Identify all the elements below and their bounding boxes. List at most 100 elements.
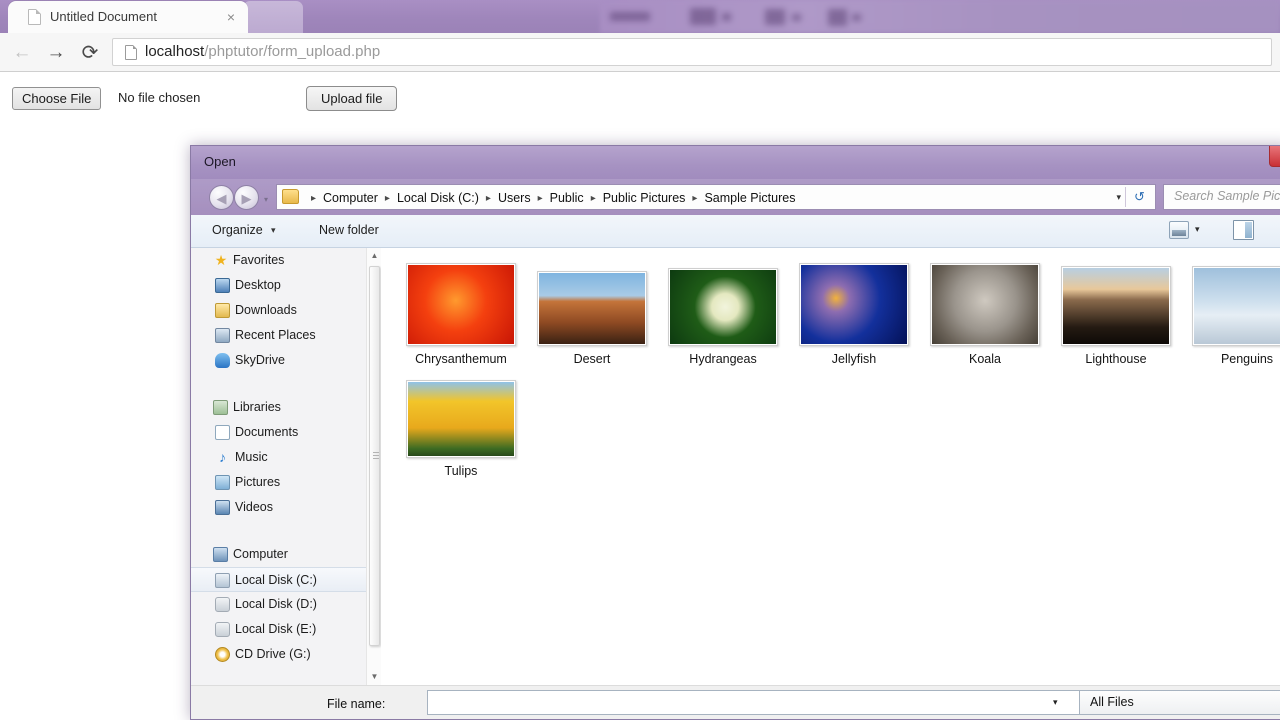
file-item[interactable]: Chrysanthemum bbox=[396, 258, 526, 366]
address-bar-url: localhost/phptutor/form_upload.php bbox=[145, 43, 380, 60]
browser-tab[interactable]: Untitled Document × bbox=[8, 1, 248, 33]
file-name-label: Hydrangeas bbox=[689, 352, 757, 366]
breadcrumb-item-sample-pictures[interactable]: Sample Pictures bbox=[704, 191, 795, 205]
sidebar-group-label: Libraries bbox=[233, 400, 281, 414]
chevron-down-icon[interactable]: ▾ bbox=[1195, 224, 1200, 235]
file-thumbnail bbox=[1051, 258, 1181, 346]
sidebar-item-downloads[interactable]: Downloads bbox=[191, 298, 380, 323]
views-icon[interactable] bbox=[1169, 221, 1189, 239]
file-name-label: File name: bbox=[327, 697, 386, 711]
tab-strip-edge bbox=[243, 1, 303, 33]
sidebar-item-label: CD Drive (G:) bbox=[235, 647, 311, 661]
sidebar-item-music[interactable]: ♪ Music bbox=[191, 445, 380, 470]
file-status-text: No file chosen bbox=[118, 90, 201, 105]
hard-disk-icon bbox=[215, 597, 230, 612]
chevron-down-icon[interactable]: ▾ bbox=[271, 225, 276, 236]
sidebar-item-recent-places[interactable]: Recent Places bbox=[191, 323, 380, 348]
breadcrumb-item-public-pictures[interactable]: Public Pictures bbox=[603, 191, 686, 205]
organize-button[interactable]: Organize bbox=[212, 223, 263, 237]
dialog-close-icon[interactable] bbox=[1269, 146, 1280, 167]
file-thumbnail bbox=[789, 258, 919, 346]
recent-places-icon bbox=[215, 328, 230, 343]
refresh-icon[interactable]: ↺ bbox=[1125, 187, 1153, 207]
chevron-down-icon[interactable]: ▾ bbox=[1116, 192, 1121, 203]
file-type-filter-value: All Files bbox=[1090, 695, 1134, 709]
sidebar-item-local-disk-d[interactable]: Local Disk (D:) bbox=[191, 592, 380, 617]
documents-icon bbox=[215, 425, 230, 440]
chrysanthemum-image bbox=[408, 265, 514, 344]
address-bar[interactable]: localhost/phptutor/form_upload.php bbox=[112, 38, 1272, 66]
sidebar-item-label: Recent Places bbox=[235, 328, 316, 342]
close-icon[interactable]: × bbox=[223, 9, 239, 25]
music-icon: ♪ bbox=[219, 449, 226, 465]
breadcrumb-separator: ▸ bbox=[311, 192, 317, 204]
browser-toolbar: ← → ⟳ localhost/phptutor/form_upload.php bbox=[0, 33, 1280, 72]
sidebar-item-label: Documents bbox=[235, 425, 299, 439]
folder-icon bbox=[282, 189, 299, 204]
chevron-down-icon[interactable]: ▾ bbox=[1053, 697, 1058, 708]
file-type-filter[interactable]: All Files bbox=[1079, 690, 1280, 715]
sidebar-divider bbox=[191, 520, 380, 542]
star-icon: ★ bbox=[214, 252, 228, 268]
jellyfish-image bbox=[801, 265, 907, 344]
forward-arrow-icon[interactable]: → bbox=[44, 41, 68, 65]
breadcrumb-item-local-disk-c[interactable]: Local Disk (C:) bbox=[397, 191, 479, 205]
libraries-icon bbox=[213, 400, 228, 415]
breadcrumb-item-computer[interactable]: Computer bbox=[323, 191, 378, 205]
breadcrumb-item-users[interactable]: Users bbox=[498, 191, 531, 205]
hard-disk-icon bbox=[215, 622, 230, 637]
dialog-forward-button[interactable]: ▶ bbox=[234, 185, 259, 210]
scrollbar-thumb[interactable] bbox=[369, 266, 380, 646]
sidebar-item-local-disk-e[interactable]: Local Disk (E:) bbox=[191, 617, 380, 642]
scroll-up-icon[interactable]: ▲ bbox=[367, 248, 382, 264]
sidebar-group-computer[interactable]: Computer bbox=[191, 542, 380, 567]
search-input[interactable]: Search Sample Pictures bbox=[1163, 184, 1280, 210]
dialog-title: Open bbox=[204, 154, 236, 169]
file-item[interactable]: Desert bbox=[527, 258, 657, 366]
sidebar-group-label: Favorites bbox=[233, 253, 285, 267]
upload-file-button[interactable]: Upload file bbox=[306, 86, 398, 111]
sidebar-item-cd-drive-g[interactable]: CD Drive (G:) bbox=[191, 642, 380, 667]
breadcrumb-item-public[interactable]: Public bbox=[550, 191, 584, 205]
file-item[interactable]: Tulips bbox=[396, 370, 526, 478]
dialog-toolbar: Organize ▾ New folder ▾ bbox=[191, 215, 1280, 248]
choose-file-button[interactable]: Choose File bbox=[12, 87, 102, 110]
tab-title: Untitled Document bbox=[50, 9, 157, 24]
sidebar-group-label: Computer bbox=[233, 547, 288, 561]
sidebar-item-documents[interactable]: Documents bbox=[191, 420, 380, 445]
sidebar-item-videos[interactable]: Videos bbox=[191, 495, 380, 520]
sidebar-item-desktop[interactable]: Desktop bbox=[191, 273, 380, 298]
browser-tabstrip: Untitled Document × bbox=[0, 0, 1280, 33]
videos-icon bbox=[215, 500, 230, 515]
file-name-input[interactable] bbox=[427, 690, 1089, 715]
dialog-back-button[interactable]: ◀ bbox=[209, 185, 234, 210]
file-item[interactable]: Jellyfish bbox=[789, 258, 919, 366]
sidebar-scrollbar[interactable]: ▲ ▼ bbox=[366, 248, 381, 685]
document-icon bbox=[28, 9, 41, 25]
lighthouse-image bbox=[1063, 268, 1169, 344]
sidebar-item-skydrive[interactable]: SkyDrive bbox=[191, 348, 380, 373]
breadcrumb-bar[interactable]: ▸ Computer ▸ Local Disk (C:) ▸ Users ▸ P… bbox=[276, 184, 1156, 210]
sidebar-group-favorites[interactable]: ★ Favorites bbox=[191, 248, 380, 273]
reload-icon[interactable]: ⟳ bbox=[78, 41, 102, 65]
sidebar-item-label: Pictures bbox=[235, 475, 281, 489]
file-item[interactable]: Hydrangeas bbox=[658, 258, 788, 366]
scroll-down-icon[interactable]: ▼ bbox=[367, 669, 382, 685]
back-arrow-icon[interactable]: ← bbox=[10, 41, 34, 65]
file-name-label: Penguins bbox=[1220, 352, 1274, 366]
scrollbar-grip-icon bbox=[373, 452, 379, 459]
file-item[interactable]: Lighthouse bbox=[1051, 258, 1181, 366]
sidebar-group-libraries[interactable]: Libraries bbox=[191, 395, 380, 420]
new-folder-button[interactable]: New folder bbox=[319, 223, 379, 237]
preview-pane-icon[interactable] bbox=[1233, 220, 1254, 240]
file-item[interactable]: Koala bbox=[920, 258, 1050, 366]
recent-locations-icon[interactable]: ▾ bbox=[264, 195, 268, 204]
back-arrow-icon: ◀ bbox=[216, 191, 227, 206]
sidebar-item-pictures[interactable]: Pictures bbox=[191, 470, 380, 495]
hard-disk-icon bbox=[215, 573, 230, 588]
file-item[interactable]: Penguins bbox=[1182, 258, 1280, 366]
penguins-image bbox=[1194, 268, 1280, 344]
file-thumbnail bbox=[396, 258, 526, 346]
sidebar-item-local-disk-c[interactable]: Local Disk (C:) bbox=[191, 567, 380, 592]
desert-image bbox=[539, 273, 645, 344]
